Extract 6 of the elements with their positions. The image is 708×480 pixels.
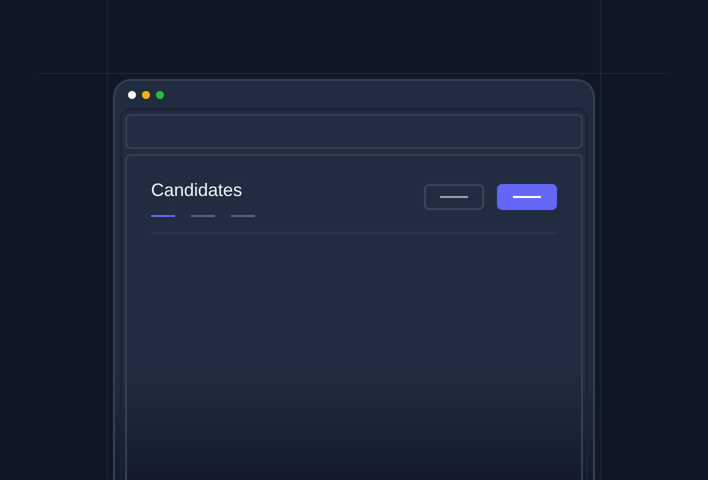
window-dot[interactable] [156,91,164,99]
page-title: Candidates [151,179,244,201]
button[interactable] [497,184,557,210]
window-dot[interactable] [142,91,150,99]
button[interactable] [424,184,484,210]
window-dot[interactable] [128,91,136,99]
